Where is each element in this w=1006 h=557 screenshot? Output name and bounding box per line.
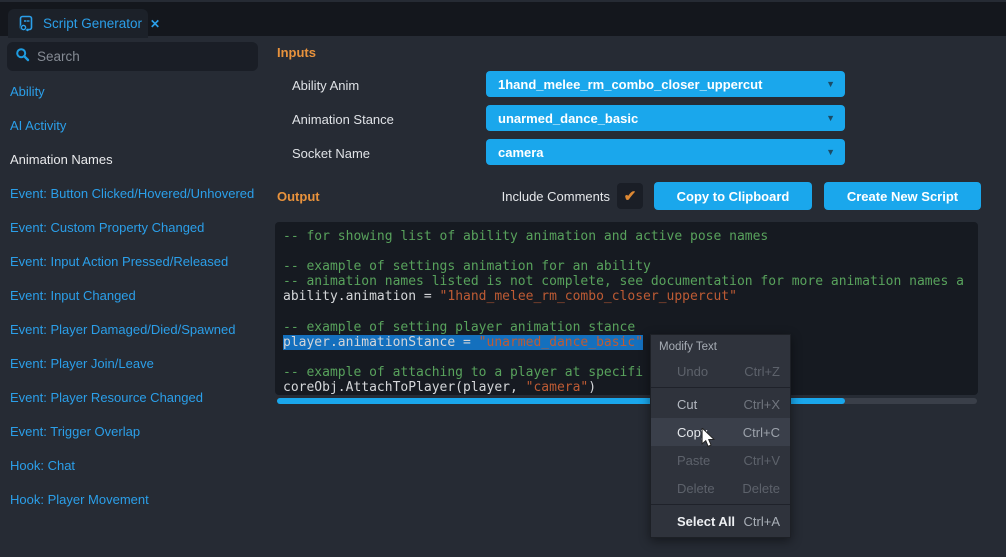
code-line: -- example of setting player animation s… [283, 320, 978, 335]
checkmark-icon: ✔ [624, 187, 637, 205]
code-line [283, 304, 978, 319]
tab-bar: Script Generator ✕ [0, 0, 1006, 36]
sidebar-item-ai-activity[interactable]: AI Activity [0, 109, 265, 143]
sidebar-item-animation-names[interactable]: Animation Names [0, 143, 265, 177]
ability-anim-value: 1hand_melee_rm_combo_closer_uppercut [498, 77, 826, 92]
socket-name-dropdown[interactable]: camera ▼ [486, 139, 845, 165]
context-menu: Modify Text UndoCtrl+Z CutCtrl+X CopyCtr… [650, 334, 791, 538]
sidebar-item-ability[interactable]: Ability [0, 75, 265, 109]
inputs-section-title: Inputs [277, 45, 316, 60]
search-input[interactable] [37, 49, 250, 64]
horizontal-scrollbar[interactable] [277, 398, 977, 404]
menu-item-select-all[interactable]: Select AllCtrl+A [651, 507, 790, 535]
sidebar-item-event-player-damaged[interactable]: Event: Player Damaged/Died/Spawned [0, 313, 265, 347]
socket-name-label: Socket Name [292, 146, 370, 161]
code-line: -- example of settings animation for an … [283, 259, 978, 274]
socket-name-value: camera [498, 145, 826, 160]
code-line: coreObj.AttachToPlayer(player, "camera") [283, 380, 978, 395]
script-generator-icon [18, 15, 35, 32]
sidebar-item-event-custom-property-changed[interactable]: Event: Custom Property Changed [0, 211, 265, 245]
sidebar-item-event-player-resource-changed[interactable]: Event: Player Resource Changed [0, 381, 265, 415]
code-line [283, 350, 978, 365]
code-line-selected: player.animationStance = "unarmed_dance_… [283, 335, 978, 350]
search-icon [15, 47, 30, 67]
sidebar-item-event-input-changed[interactable]: Event: Input Changed [0, 279, 265, 313]
sidebar-item-hook-chat[interactable]: Hook: Chat [0, 449, 265, 483]
search-box[interactable] [7, 42, 258, 71]
chevron-down-icon: ▼ [826, 113, 835, 123]
code-output-area[interactable]: -- for showing list of ability animation… [275, 222, 978, 395]
code-line: ability.animation = "1hand_melee_rm_comb… [283, 289, 978, 304]
animation-stance-label: Animation Stance [292, 112, 394, 127]
copy-to-clipboard-button[interactable]: Copy to Clipboard [654, 182, 812, 210]
animation-stance-dropdown[interactable]: unarmed_dance_basic ▼ [486, 105, 845, 131]
include-comments-checkbox[interactable]: ✔ [617, 183, 643, 209]
code-line: -- example of attaching to a player at s… [283, 365, 978, 380]
sidebar-item-event-player-join-leave[interactable]: Event: Player Join/Leave [0, 347, 265, 381]
menu-item-copy[interactable]: CopyCtrl+C [651, 418, 790, 446]
chevron-down-icon: ▼ [826, 147, 835, 157]
sidebar-item-event-trigger-overlap[interactable]: Event: Trigger Overlap [0, 415, 265, 449]
sidebar: Ability AI Activity Animation Names Even… [0, 75, 265, 517]
animation-stance-value: unarmed_dance_basic [498, 111, 826, 126]
include-comments-label: Include Comments [474, 189, 610, 204]
code-line: -- for showing list of ability animation… [283, 229, 978, 244]
menu-item-delete[interactable]: DeleteDelete [651, 474, 790, 502]
sidebar-item-hook-player-movement[interactable]: Hook: Player Movement [0, 483, 265, 517]
chevron-down-icon: ▼ [826, 79, 835, 89]
code-line [283, 244, 978, 259]
code-line: -- animation names listed is not complet… [283, 274, 978, 289]
output-section-title: Output [277, 189, 320, 204]
menu-item-cut[interactable]: CutCtrl+X [651, 390, 790, 418]
menu-divider [651, 504, 790, 505]
tab-script-generator[interactable]: Script Generator ✕ [8, 9, 148, 38]
menu-item-paste[interactable]: PasteCtrl+V [651, 446, 790, 474]
sidebar-item-event-input-action[interactable]: Event: Input Action Pressed/Released [0, 245, 265, 279]
ability-anim-dropdown[interactable]: 1hand_melee_rm_combo_closer_uppercut ▼ [486, 71, 845, 97]
ability-anim-label: Ability Anim [292, 78, 359, 93]
tab-close-icon[interactable]: ✕ [150, 17, 160, 31]
menu-item-undo[interactable]: UndoCtrl+Z [651, 357, 790, 385]
create-new-script-button[interactable]: Create New Script [824, 182, 981, 210]
sidebar-item-event-button-clicked[interactable]: Event: Button Clicked/Hovered/Unhovered [0, 177, 265, 211]
context-menu-header: Modify Text [651, 335, 790, 357]
tab-title: Script Generator [43, 16, 142, 31]
menu-divider [651, 387, 790, 388]
